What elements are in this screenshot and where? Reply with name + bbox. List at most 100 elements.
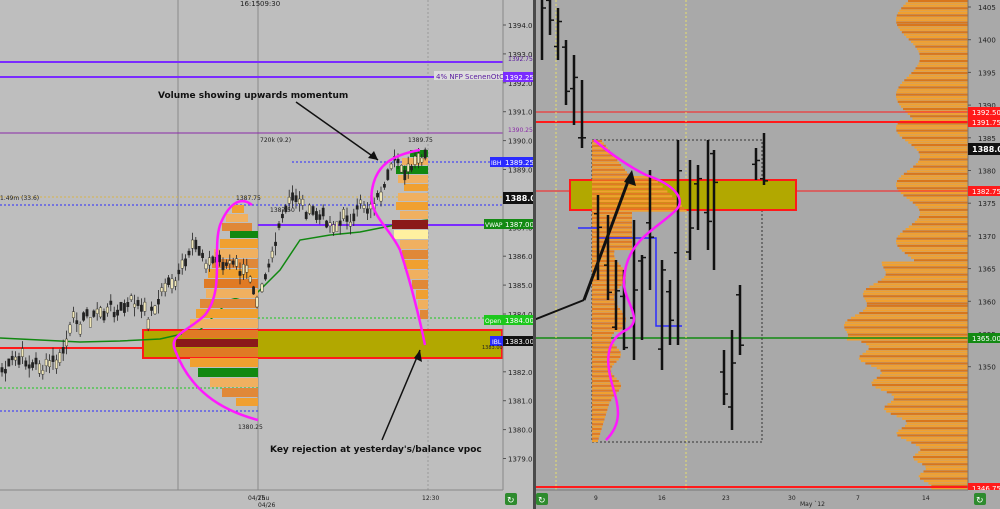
ibh-tag: IBH: [491, 160, 501, 167]
side-volume-label: 1.49m (33.6): [0, 195, 39, 202]
composite-profile-row: [865, 300, 968, 303]
candle-body: [410, 165, 413, 171]
composite-profile-row: [919, 52, 968, 55]
composite-profile-row: [873, 379, 968, 382]
composite-profile-row: [884, 276, 968, 279]
candle-body: [352, 213, 356, 222]
candle-body: [190, 239, 194, 249]
composite-profile-row: [908, 0, 968, 3]
candle-body: [27, 364, 31, 369]
composite-profile-row: [859, 312, 968, 315]
composite-profile-row: [919, 153, 968, 156]
candle-body: [7, 358, 11, 367]
composite-profile-row: [871, 364, 968, 367]
monthly-profile-row: [592, 406, 609, 409]
profile-1387-75-label: 1387.75: [236, 195, 261, 202]
composite-profile-row: [858, 357, 968, 360]
composite-profile-row: [905, 228, 968, 231]
candle-body: [274, 241, 277, 246]
composite-profile-row: [897, 88, 968, 91]
candle-body: [119, 302, 123, 311]
composite-profile-row: [923, 480, 968, 483]
composite-profile-row: [907, 112, 968, 115]
composite-profile-row: [897, 434, 968, 437]
candle-body: [153, 305, 157, 315]
candle-body: [291, 192, 294, 201]
right-time-axis[interactable]: [536, 490, 1000, 509]
composite-profile-row: [886, 391, 968, 394]
composite-profile-row: [906, 196, 968, 199]
monthly-profile-row: [592, 423, 604, 426]
composite-profile-row: [896, 21, 968, 24]
right-price-tick-label: 1350: [978, 364, 996, 372]
composite-profile-row: [920, 472, 968, 475]
composite-profile-row: [897, 235, 968, 238]
daily-chart-pane[interactable]: 1405 1400 1395 1390 1385 1380 1375 1370 1365 1360…: [536, 0, 1000, 509]
profile-1387-50-label: 1387.50: [270, 207, 295, 214]
candle-body: [126, 302, 130, 308]
composite-profile-row: [880, 388, 968, 391]
candle-body: [163, 283, 167, 292]
right-price-tick-label: 1405: [978, 4, 996, 12]
candle-body: [417, 153, 420, 164]
right-price-tick-label: 1385: [978, 135, 996, 143]
candle-body: [332, 224, 335, 233]
candle-body: [255, 297, 259, 308]
composite-profile-row: [902, 417, 968, 420]
composite-profile-row: [911, 144, 968, 147]
monthly-profile-row: [592, 435, 600, 438]
monthly-profile-row: [592, 257, 616, 260]
composite-profile-row: [873, 283, 968, 286]
nfp-price-tag: 1392.25: [505, 74, 533, 82]
composite-profile-row: [899, 28, 968, 31]
candle-body: [318, 214, 322, 220]
candle-body: [281, 213, 284, 219]
candle-body: [349, 221, 352, 227]
candle-body: [197, 246, 201, 256]
composite-profile-row: [864, 297, 968, 300]
composite-profile-row: [917, 218, 968, 221]
composite-profile-row: [919, 60, 968, 63]
candle-body: [389, 163, 393, 169]
monthly-profile-row: [592, 159, 618, 162]
composite-profile-row: [906, 76, 968, 79]
composite-profile-row: [896, 93, 968, 96]
price-tick-label: 1381.00: [508, 398, 533, 406]
monthly-profile-row: [592, 293, 615, 296]
price-tick-label: 1394.00: [508, 22, 533, 30]
composite-profile-row: [915, 163, 968, 166]
composite-profile-row: [896, 129, 968, 132]
intraday-chart-svg[interactable]: 1394.001393.001392.001391.001390.001389.…: [0, 0, 533, 509]
composite-profile-row: [911, 72, 968, 75]
composite-profile-row: [912, 201, 968, 204]
candle-body: [122, 303, 126, 313]
composite-profile-row: [910, 168, 968, 171]
arrow-head-top: [368, 151, 378, 160]
candle-body: [304, 212, 308, 219]
composite-profile-row: [901, 427, 968, 430]
daily-chart-svg[interactable]: 1405140013951390138513801375137013651360…: [536, 0, 1000, 509]
composite-profile-row: [862, 292, 968, 295]
date-label-16: 16: [658, 495, 666, 502]
composite-profile-row: [886, 410, 968, 413]
candle-body: [403, 170, 407, 181]
composite-profile-row: [893, 398, 968, 401]
intraday-chart-pane[interactable]: 1394.001393.001392.001391.001390.001389.…: [0, 0, 533, 509]
annotation-top: Volume showing upwards momentum: [158, 91, 348, 101]
composite-profile-row: [902, 230, 968, 233]
composite-profile-row: [896, 240, 968, 243]
date-label-7: 7: [856, 495, 860, 502]
monthly-profile-row: [592, 327, 623, 330]
composite-profile-row: [890, 412, 968, 415]
level-1390-tag: 1390.25: [508, 127, 533, 134]
daily-bars: [540, 0, 768, 430]
candle-body: [238, 271, 242, 276]
price-tick-label: 1389.00: [508, 167, 533, 175]
composite-profile-row: [919, 211, 968, 214]
date-label-14: 14: [922, 495, 930, 502]
composite-profile-row: [868, 348, 968, 351]
open-tag: Open: [485, 318, 501, 325]
date-label-9: 9: [594, 495, 598, 502]
composite-profile-row: [863, 290, 968, 293]
composite-profile-row: [911, 441, 968, 444]
